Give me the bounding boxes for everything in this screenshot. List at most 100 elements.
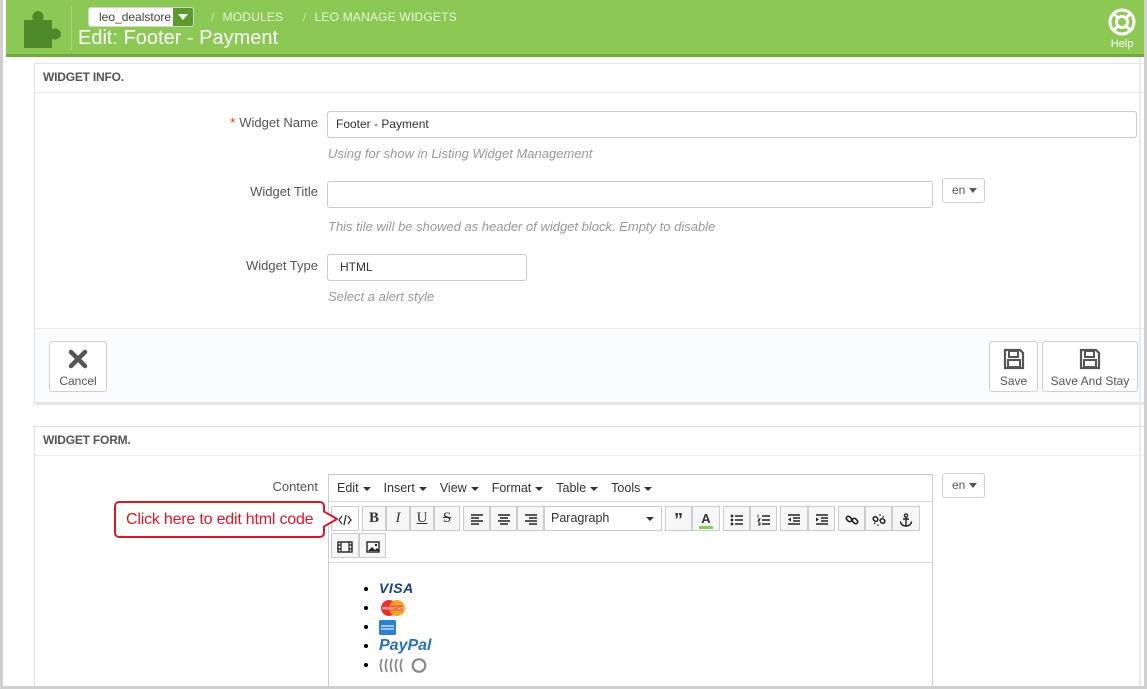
blockquote-button[interactable]: ” [665,506,692,531]
breadcrumb-leo-manage-widgets[interactable]: / LEO MANAGE WIDGETS [303,10,457,24]
widget-title-input[interactable] [327,181,933,208]
outdent-button[interactable] [780,506,808,531]
widget-type-label: Widget Type [245,258,318,273]
save-and-stay-label: Save And Stay [1050,374,1130,388]
shop-selector[interactable]: leo_dealstore [88,7,194,27]
widget-name-hint: Using for show in Listing Widget Managem… [328,146,593,161]
image-icon [365,540,380,553]
editor-menubar: Edit Insert View Format Table Tools [329,475,932,502]
align-center-button[interactable] [490,506,517,531]
widget-info-heading: WIDGET INFO. [35,64,1144,93]
visa-logo-icon: VISA [379,580,414,596]
list-item: VISA [379,579,932,598]
floppy-disk-icon [1079,348,1101,370]
list-item [379,617,932,636]
panel-footer: Cancel Save Save And Stay [35,328,1144,402]
text-color-icon: A [699,511,713,529]
widget-form-panel: WIDGET FORM. Content en Edit Insert View… [34,426,1144,686]
rich-text-editor: Edit Insert View Format Table Tools B I … [328,474,933,686]
top-header-bar: leo_dealstore / MODULES / LEO MANAGE WIDGE… [6,0,1144,57]
align-center-icon [497,513,510,525]
breadcrumb-widgets-label: LEO MANAGE WIDGETS [314,10,457,24]
strikethrough-icon: S [442,510,452,526]
widget-form-heading: WIDGET FORM. [35,427,1144,456]
cancel-button[interactable]: Cancel [49,341,107,392]
contactless-logo-icon [379,657,427,673]
underline-icon: U [416,510,428,526]
insert-image-button[interactable] [359,533,386,558]
widget-name-input[interactable]: Footer - Payment [327,111,1137,138]
page-title: Edit: Footer - Payment [78,27,279,49]
bullet-list-button[interactable] [723,506,750,531]
amex-logo-icon [379,619,396,635]
list-item: PayPal [379,636,932,655]
list-item: MasterCard [379,598,932,617]
callout-pointer-icon [323,510,338,528]
chevron-down-icon [173,8,193,26]
list-item [379,655,932,674]
widget-name-label-text: Widget Name [239,115,318,130]
save-button[interactable]: Save [989,341,1038,392]
content-language-dropdown[interactable]: en [942,473,985,498]
widget-type-hint: Select a alert style [328,289,435,304]
italic-icon: I [395,510,401,526]
align-right-button[interactable] [517,506,544,531]
widget-type-select[interactable]: HTML [327,254,527,281]
title-language-dropdown[interactable]: en [942,178,985,203]
unlink-icon [871,513,886,526]
strikethrough-button[interactable]: S [434,506,460,531]
editor-content-area[interactable]: VISA MasterCard [329,562,932,686]
quote-icon: ” [674,510,683,530]
bullet-list-icon [730,514,743,525]
film-icon [337,540,353,553]
svg-text:MasterCard: MasterCard [382,606,405,611]
lifebuoy-icon [1108,8,1136,36]
align-right-icon [524,513,537,525]
widget-title-hint: This tile will be showed as header of wi… [328,219,716,234]
help-label: Help [1110,38,1134,50]
save-label: Save [999,374,1028,388]
underline-button[interactable]: U [410,506,434,531]
breadcrumb-modules-label: MODULES [222,10,284,24]
cancel-label: Cancel [59,374,97,388]
page-scrollbar[interactable] [1139,57,1141,686]
indent-icon [815,513,828,525]
header-divider [71,6,72,50]
anchor-icon [899,512,913,527]
edit-html-callout: Click here to edit html code [114,501,325,538]
anchor-button[interactable] [892,506,920,531]
bold-icon: B [368,510,379,526]
numbered-list-icon [756,514,770,526]
block-format-select[interactable]: Paragraph [544,506,662,531]
save-and-stay-button[interactable]: Save And Stay [1042,341,1138,392]
menu-view[interactable]: View [440,481,479,495]
help-button[interactable]: Help [1105,8,1139,50]
widget-name-label: * Widget Name [185,115,318,130]
text-color-button[interactable]: A [692,506,720,531]
menu-tools[interactable]: Tools [611,481,653,495]
insert-link-button[interactable] [838,506,865,531]
breadcrumb-modules[interactable]: / MODULES [211,10,283,24]
menu-edit[interactable]: Edit [337,481,371,495]
paypal-logo-icon: PayPal [379,637,432,654]
widget-info-panel: WIDGET INFO. * Widget Name Footer - Payme… [34,63,1144,403]
align-left-button[interactable] [463,506,490,531]
menu-format[interactable]: Format [492,481,544,495]
floppy-disk-icon [1003,348,1024,370]
indent-button[interactable] [808,506,835,531]
outdent-icon [788,513,800,525]
link-icon [844,515,859,525]
menu-table[interactable]: Table [556,481,599,495]
insert-video-button[interactable] [331,533,359,558]
numbered-list-button[interactable] [750,506,777,531]
unlink-button[interactable] [865,506,892,531]
align-left-icon [470,513,483,525]
app-frame: leo_dealstore / MODULES / LEO MANAGE WIDGE… [0,0,1147,689]
required-mark: * [230,115,236,130]
italic-button[interactable]: I [386,506,410,531]
widget-title-label: Widget Title [250,184,318,199]
shop-selector-label: leo_dealstore [99,10,172,24]
bold-button[interactable]: B [362,506,386,531]
menu-insert[interactable]: Insert [384,481,428,495]
content-label: Content [272,479,318,494]
